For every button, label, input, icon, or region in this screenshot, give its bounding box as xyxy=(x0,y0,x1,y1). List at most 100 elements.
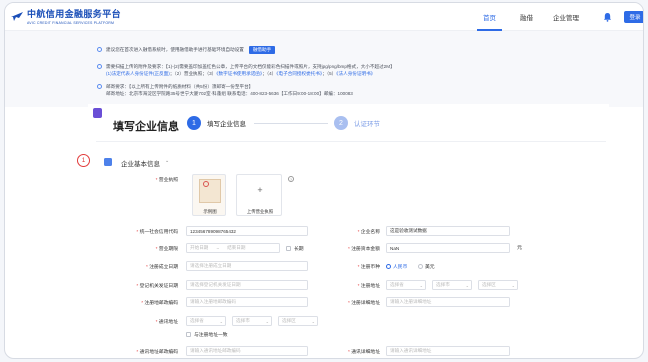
step-certification: 2 认证环节 xyxy=(334,116,380,130)
nav-loan[interactable]: 融借 xyxy=(520,3,533,31)
license-upload-button[interactable]: + 上传营业执照 xyxy=(236,174,282,216)
notice-attachments: 需要扫描上传的附件及要求：【1)-(2)需要盖印加盖红色公章，上传平台的文档仅能… xyxy=(97,63,395,77)
divider xyxy=(96,141,606,142)
reg-date-input[interactable]: 请选择注册成立日期 xyxy=(186,261,308,271)
chevron-down-icon: ⌄ xyxy=(219,319,223,324)
page-title: 填写企业信息 xyxy=(113,120,179,133)
reg-province-select[interactable]: 选择省 ⌄ xyxy=(386,280,426,290)
annotation-marker: 1 xyxy=(77,154,90,167)
top-navbar: 中航信用金融服务平台 AVIC CREDIT FINANCIAL SERVICE… xyxy=(5,3,643,31)
long-term-label: 长期 xyxy=(294,247,304,252)
sample-caption: 示例图 xyxy=(203,209,217,214)
rmb-label: 人民币 xyxy=(393,265,408,270)
contract-authorization-link[interactable]: 《电子合同授权委托书》 xyxy=(276,71,322,76)
platform-logo[interactable]: 中航信用金融服务平台 AVIC CREDIT FINANCIAL SERVICE… xyxy=(10,7,121,25)
logo-title-cn: 中航信用金融服务平台 xyxy=(27,10,122,20)
attachments-text: ；（2）营业执照；（3） xyxy=(169,71,217,76)
attachments-text: ；（5） xyxy=(322,71,337,76)
reg-addr-label: * 注册地址 xyxy=(357,284,380,289)
notice-mailing: 邮寄要求：【以上所有上传附件的纸质材料（共5份）须邮寄一份至平台】 邮寄地址：北… xyxy=(97,83,353,97)
radio-dot xyxy=(386,264,391,269)
comm-district-select[interactable]: 选择区 ⌄ xyxy=(278,316,318,326)
term-label: * 营业期限 xyxy=(155,247,178,252)
attachments-text: ；（4） xyxy=(262,71,277,76)
currency-label: * 注册币种 xyxy=(357,265,380,270)
chevron-down-icon: ⌄ xyxy=(419,283,423,288)
term-start: 开始日期 xyxy=(190,245,209,250)
checkbox-box xyxy=(286,246,291,251)
same-as-reg-label: 与注册地址一致 xyxy=(194,333,228,338)
step-number: 2 xyxy=(334,116,348,130)
credit-code-input[interactable]: 12345678909876543​2 xyxy=(186,226,308,236)
usd-label: 美元 xyxy=(425,265,435,270)
issue-date-input[interactable]: 请选择登记机关发证日期 xyxy=(186,280,308,290)
legal-rep-proof-link[interactable]: 《法人身份证明书》 xyxy=(336,71,375,76)
city-placeholder: 选择市 xyxy=(236,318,250,323)
bell-icon[interactable] xyxy=(603,12,612,22)
notice-panel: 建议您在首次进入融借系统时，使用融借助手进行基础环境自动设置 融借助手 需要扫描… xyxy=(5,31,643,107)
term-end: 结束日期 xyxy=(227,245,246,250)
help-icon[interactable]: ? xyxy=(288,176,294,182)
nav-enterprise[interactable]: 企业管理 xyxy=(553,3,579,31)
notice-assistant: 建议您在首次进入融借系统时，使用融借助手进行基础环境自动设置 融借助手 xyxy=(97,46,276,54)
reg-date-label: * 注册成立日期 xyxy=(145,265,178,270)
comm-postcode-label: * 通讯地址邮政编码 xyxy=(136,350,178,355)
step-label: 认证环节 xyxy=(354,121,380,128)
comm-city-select[interactable]: 选择市 ⌄ xyxy=(232,316,272,326)
license-label: * 营业执照 xyxy=(155,178,178,183)
ent-name-input[interactable]: 这是验收测试数据 xyxy=(386,226,510,236)
reg-detail-input[interactable]: 请输入注册详细地址 xyxy=(386,297,510,307)
comm-province-select[interactable]: 选择省 ⌄ xyxy=(186,316,226,326)
province-placeholder: 选择省 xyxy=(390,282,404,287)
district-placeholder: 选择区 xyxy=(282,318,296,323)
reg-postcode-label: * 注册地邮政编码 xyxy=(141,301,178,306)
step-label: 填写企业信息 xyxy=(207,121,246,128)
term-separator: ~ xyxy=(216,245,220,251)
term-range-input[interactable]: 开始日期 ~ 结束日期 xyxy=(186,243,280,253)
id-card-link[interactable]: (1)法定代表人身份证件(正反面) xyxy=(106,71,170,76)
credit-code-label: * 统一社会信用代码 xyxy=(136,230,178,235)
notice-assistant-text: 建议您在首次进入融借系统时，使用融借助手进行基础环境自动设置 xyxy=(106,47,244,52)
info-icon xyxy=(97,64,102,69)
info-icon xyxy=(97,47,102,52)
chevron-down-icon: ⌄ xyxy=(465,283,469,288)
step-fill-info: 1 填写企业信息 xyxy=(187,116,246,130)
ent-name-label: * 企业名称 xyxy=(357,230,380,235)
section-title: 企业基本信息 xyxy=(121,161,160,168)
comm-postcode-input[interactable]: 请输入通讯地址邮政编码 xyxy=(186,346,308,356)
mailing-requirement: 邮寄要求：【以上所有上传附件的纸质材料（共5份）须邮寄一份至平台】 xyxy=(106,84,254,89)
reg-capital-input[interactable]: NaN xyxy=(386,243,510,253)
long-term-checkbox[interactable]: 长期 xyxy=(286,245,304,252)
province-placeholder: 选择省 xyxy=(190,318,204,323)
cert-commitment-link[interactable]: 《数字证书使用承诺函》 xyxy=(216,71,262,76)
comm-addr-label: * 通讯地址 xyxy=(155,320,178,325)
reg-postcode-input[interactable]: 请输入注册地邮政编码 xyxy=(186,297,308,307)
attachments-requirement: 需要扫描上传的附件及要求：【1)-(2)需要盖印加盖红色公章，上传平台的文档仅能… xyxy=(106,64,395,69)
upload-caption: 上传营业执照 xyxy=(246,209,274,214)
reg-district-select[interactable]: 选择区 ⌄ xyxy=(478,280,518,290)
chevron-down-icon[interactable]: ⌄ xyxy=(165,158,169,164)
currency-usd-radio[interactable]: 美元 xyxy=(418,263,435,270)
reg-capital-label: * 注册资本金额 xyxy=(347,247,380,252)
reg-detail-label: * 注册详细地址 xyxy=(347,301,380,306)
nav-home[interactable]: 首页 xyxy=(477,3,502,31)
plane-logo-icon xyxy=(11,12,23,21)
comm-detail-input[interactable]: 请输入通讯详细地址 xyxy=(386,346,510,356)
assistant-button[interactable]: 融借助手 xyxy=(248,46,276,54)
logo-title-en: AVIC CREDIT FINANCIAL SERVICES PLATFORM xyxy=(27,21,115,25)
step-number: 1 xyxy=(187,116,201,130)
mailing-address: 邮寄地址：北京市海淀区学院路35号世宁大厦702室·科蓬组 联系电话：400-8… xyxy=(106,91,353,96)
license-sample[interactable]: 示例图 xyxy=(192,174,226,216)
stamp-icon xyxy=(203,181,209,187)
chevron-down-icon: ⌄ xyxy=(311,319,315,324)
comm-detail-label: * 通讯详细地址 xyxy=(347,350,380,355)
step-connector xyxy=(254,123,328,124)
radio-dot xyxy=(418,264,423,269)
reg-city-select[interactable]: 选择市 ⌄ xyxy=(432,280,472,290)
currency-rmb-radio[interactable]: 人民币 xyxy=(386,263,407,270)
same-as-reg-checkbox[interactable]: 与注册地址一致 xyxy=(186,331,228,338)
plus-icon: + xyxy=(257,185,263,195)
login-button[interactable]: 登录 xyxy=(624,11,643,23)
issue-date-label: * 登记机关发证日期 xyxy=(136,284,178,289)
checkbox-box xyxy=(186,332,191,337)
